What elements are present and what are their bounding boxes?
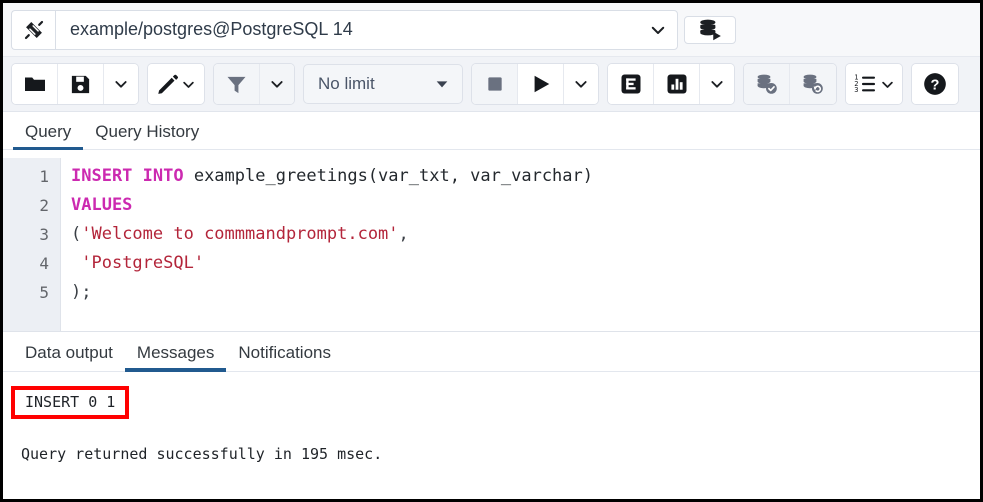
stop-query-button[interactable]: [472, 64, 518, 104]
explain-analyze-chart-icon: [665, 72, 689, 96]
output-tab-bar: Data output Messages Notifications: [3, 332, 980, 372]
editor-gutter: 1 2 3 4 5: [3, 158, 61, 331]
chevron-down-icon: [113, 76, 129, 92]
connection-bar: example/postgres@PostgreSQL 14: [3, 3, 980, 57]
code-token: (: [71, 224, 82, 244]
code-token: );: [71, 282, 92, 302]
code-line: 'PostgreSQL': [71, 249, 980, 278]
save-icon: [69, 73, 92, 96]
triangle-down-icon: [434, 76, 450, 92]
execute-options-button[interactable]: [564, 64, 598, 104]
filter-funnel-icon: [225, 73, 248, 96]
code-line: );: [71, 278, 980, 307]
pgadmin-query-tool-window: example/postgres@PostgreSQL 14 No limit …: [0, 0, 983, 502]
filter-button[interactable]: [214, 64, 260, 104]
database-connect-icon: [697, 17, 723, 43]
svg-text:3: 3: [854, 86, 858, 94]
tab-query-label: Query: [25, 122, 72, 141]
chevron-down-icon: [181, 77, 196, 92]
sql-code-area[interactable]: INSERT INTO example_greetings(var_txt, v…: [61, 158, 980, 331]
tab-query-history[interactable]: Query History: [83, 122, 211, 149]
tab-query-history-label: Query History: [95, 122, 200, 141]
chevron-down-icon: [573, 76, 589, 92]
filter-button-group: [213, 63, 295, 105]
result-highlight-box: INSERT 0 1: [11, 386, 130, 419]
explain-button-group: [607, 63, 735, 105]
open-file-button[interactable]: [12, 64, 58, 104]
line-number: 1: [39, 167, 49, 186]
transaction-button-group: [743, 63, 837, 105]
svg-text:?: ?: [931, 78, 940, 94]
line-number: 5: [39, 283, 49, 302]
code-token: 'Welcome to commmandprompt.com': [81, 224, 399, 244]
chevron-down-icon: [709, 76, 725, 92]
tab-messages-label: Messages: [136, 343, 215, 362]
connection-select[interactable]: example/postgres@PostgreSQL 14: [55, 9, 678, 50]
tab-messages[interactable]: Messages: [124, 343, 227, 372]
code-line: VALUES: [71, 191, 980, 220]
code-line: INSERT INTO example_greetings(var_txt, v…: [71, 162, 980, 191]
line-number: 2: [39, 196, 49, 215]
chevron-down-icon: [880, 77, 895, 92]
insert-result-text: INSERT 0 1: [25, 393, 116, 411]
save-options-button[interactable]: [104, 64, 138, 104]
code-token: VALUES: [71, 195, 133, 215]
folder-open-icon: [23, 72, 47, 96]
help-button-group: ?: [911, 63, 959, 105]
save-file-button[interactable]: [58, 64, 104, 104]
edit-button-group: [147, 63, 205, 105]
tab-notifications-label: Notifications: [238, 343, 331, 362]
row-limit-value: No limit: [318, 74, 375, 93]
chevron-down-icon: [269, 76, 285, 92]
chevron-down-icon[interactable]: [649, 21, 667, 39]
execute-button-group: [471, 63, 599, 105]
row-limit-select[interactable]: No limit: [303, 64, 463, 104]
explain-analyze-button[interactable]: [654, 64, 700, 104]
pencil-icon: [156, 73, 179, 96]
stop-square-icon: [485, 74, 505, 94]
sql-editor[interactable]: 1 2 3 4 5 INSERT INTO example_greetings(…: [3, 150, 980, 332]
commit-database-check-icon: [755, 72, 779, 96]
code-token: 'PostgreSQL': [81, 253, 205, 273]
tab-data-output[interactable]: Data output: [13, 343, 125, 371]
help-button[interactable]: ?: [912, 64, 958, 104]
rollback-database-undo-icon: [801, 72, 825, 96]
tab-notifications[interactable]: Notifications: [226, 343, 343, 371]
messages-panel: INSERT 0 1 Query returned successfully i…: [3, 372, 980, 463]
code-token: example_greetings(var_txt, var_varchar): [183, 166, 593, 186]
query-status-text: Query returned successfully in 195 msec.: [21, 445, 383, 463]
connection-title: example/postgres@PostgreSQL 14: [70, 19, 353, 39]
code-token: INSERT INTO: [71, 166, 184, 186]
play-triangle-icon: [530, 73, 552, 95]
commit-button[interactable]: [744, 64, 790, 104]
code-line: ('Welcome to commmandprompt.com',: [71, 220, 980, 249]
line-number: 3: [39, 225, 49, 244]
tab-data-output-label: Data output: [25, 343, 113, 362]
line-number: 4: [39, 254, 49, 273]
database-connect-button[interactable]: [684, 15, 736, 44]
query-toolbar: No limit 1 2 3 ?: [3, 57, 980, 112]
macros-list-icon: 1 2 3: [853, 72, 877, 96]
macros-button-group: 1 2 3: [845, 63, 903, 105]
rollback-button[interactable]: [790, 64, 836, 104]
code-token: ,: [398, 224, 409, 244]
connected-plug-icon: [11, 9, 55, 50]
help-question-icon: ?: [922, 71, 948, 97]
file-button-group: [11, 63, 139, 105]
explain-button[interactable]: [608, 64, 654, 104]
explain-options-button[interactable]: [700, 64, 734, 104]
query-tab-bar: Query Query History: [3, 112, 980, 150]
macros-button[interactable]: 1 2 3: [846, 64, 902, 104]
explain-e-icon: [619, 72, 643, 96]
execute-query-button[interactable]: [518, 64, 564, 104]
tab-query[interactable]: Query: [13, 122, 84, 150]
connection-selector-group: example/postgres@PostgreSQL 14: [11, 9, 678, 50]
filter-options-button[interactable]: [260, 64, 294, 104]
edit-button[interactable]: [148, 64, 204, 104]
